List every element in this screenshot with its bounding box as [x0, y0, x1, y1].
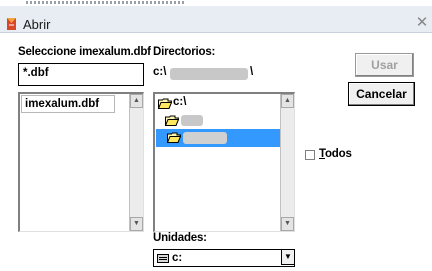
- directories-label: Directorios:: [153, 46, 216, 58]
- cancel-button[interactable]: Cancelar: [348, 82, 415, 106]
- open-folder-icon: [158, 98, 172, 109]
- path-prefix: c:\: [153, 66, 167, 78]
- close-icon[interactable]: ✕: [415, 15, 429, 31]
- app-icon: [7, 18, 16, 30]
- scroll-up-icon[interactable]: ▲: [281, 94, 294, 108]
- chevron-down-icon[interactable]: ▼: [281, 249, 295, 265]
- open-folder-icon: [167, 132, 181, 143]
- file-name-input[interactable]: *.dbf: [18, 63, 144, 86]
- drives-select[interactable]: c: ▼: [153, 249, 295, 267]
- redacted-folder: [181, 115, 203, 126]
- file-list[interactable]: imexalum.dbf ▲ ▼: [18, 92, 144, 232]
- drive-value: c:: [172, 252, 183, 264]
- scroll-down-icon[interactable]: ▼: [130, 217, 143, 231]
- scroll-up-icon[interactable]: ▲: [130, 94, 143, 108]
- tree-item-label[interactable]: c:\: [173, 96, 186, 108]
- directory-tree[interactable]: c:\ ▲ ▼: [153, 92, 295, 232]
- drives-label: Unidades:: [153, 232, 207, 244]
- redacted-path: [170, 68, 248, 80]
- file-list-scrollbar[interactable]: ▲ ▼: [129, 94, 143, 231]
- open-folder-icon: [165, 115, 179, 126]
- title-bar: Abrir ✕: [0, 6, 432, 33]
- open-dialog: Seleccione imexalum.dbf *.dbf imexalum.d…: [0, 33, 432, 271]
- path-suffix: \: [250, 66, 254, 78]
- file-name-label: Seleccione imexalum.dbf: [18, 46, 151, 58]
- directory-tree-scrollbar[interactable]: ▲ ▼: [280, 94, 294, 231]
- top-strip-dots: [26, 1, 186, 4]
- all-checkbox-label[interactable]: Todos: [319, 148, 352, 160]
- drive-icon: [157, 254, 169, 263]
- list-item[interactable]: imexalum.dbf: [21, 95, 115, 113]
- file-name-value: *.dbf: [23, 67, 49, 79]
- file-item-label: imexalum.dbf: [25, 98, 100, 110]
- window-title: Abrir: [23, 17, 51, 32]
- all-label-rest: odos: [324, 148, 352, 160]
- redacted-folder: [183, 132, 227, 144]
- scroll-down-icon[interactable]: ▼: [281, 217, 294, 231]
- use-button[interactable]: Usar: [355, 53, 414, 77]
- all-checkbox[interactable]: [305, 150, 315, 160]
